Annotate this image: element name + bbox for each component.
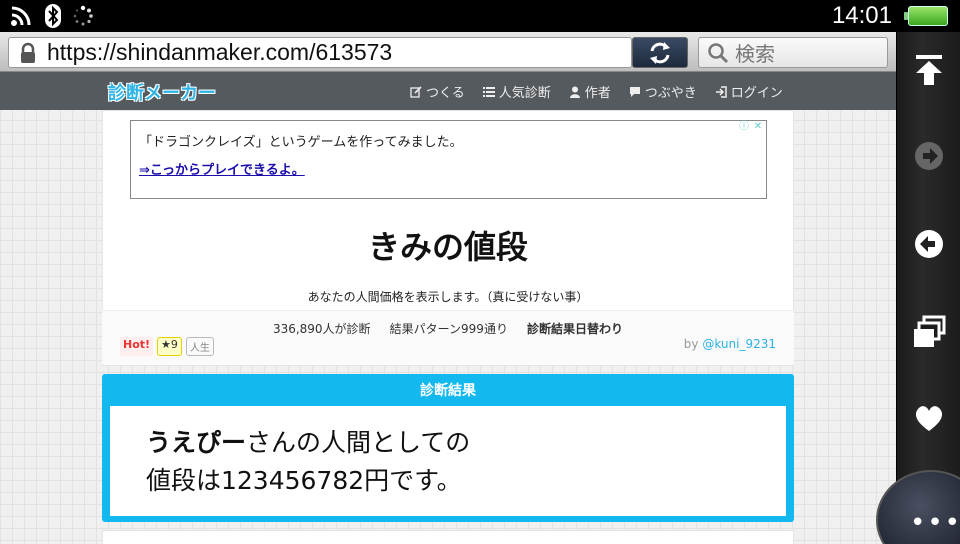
site-header: 診断メーカー つくる 人気診断 作者 つぶやき ログイン [0, 72, 896, 110]
nav-tweets[interactable]: つぶやき [629, 82, 697, 101]
ad-banner[interactable]: 「ドラゴンクレイズ」というゲームを作ってみました。 ⇒こっからプレイできるよ。 … [130, 120, 767, 199]
reload-icon [650, 41, 670, 64]
url-field[interactable]: https://shindanmaker.com/613573 [8, 37, 632, 68]
search-placeholder: 検索 [735, 42, 775, 66]
browser-toolbar: https://shindanmaker.com/613573 検索 [0, 32, 896, 72]
reload-button[interactable] [632, 37, 688, 68]
status-icons [10, 4, 94, 28]
site-nav: つくる 人気診断 作者 つぶやき ログイン [410, 82, 783, 101]
result-text: うえぴーさんの人間としての 値段は123456782円です。 [110, 406, 786, 516]
heart-icon [915, 406, 943, 431]
site-logo[interactable]: 診断メーカー [108, 79, 216, 105]
more-icon: ••• [910, 508, 960, 538]
nav-popular[interactable]: 人気診断 [482, 82, 551, 101]
battery-icon [904, 6, 948, 26]
browser-side-panel [896, 32, 960, 544]
ad-link[interactable]: ⇒こっからプレイできるよ。 [139, 159, 305, 178]
ad-choices[interactable]: ⓘ ✕ [738, 121, 764, 133]
author-credit: by @kuni_9231 [683, 337, 776, 351]
clock: 14:01 [831, 2, 892, 29]
nav-login[interactable]: ログイン [715, 82, 783, 101]
search-icon [708, 42, 729, 63]
loading-icon [73, 5, 93, 26]
shindan-stats: 336,890人が診断 結果パターン999通り 診断結果日替わり [102, 320, 794, 337]
ad-text: 「ドラゴンクレイズ」というゲームを作ってみました。 [139, 135, 463, 150]
shindan-description: あなたの人間価格を表示します。（真に受けない事） [307, 290, 589, 304]
person-icon [569, 86, 580, 98]
tabs-icon [914, 315, 946, 347]
result-name: うえぴー [146, 428, 247, 457]
next-section [102, 530, 794, 544]
url-text: https://shindanmaker.com/613573 [47, 39, 393, 65]
status-bar: 14:01 [0, 0, 960, 32]
daily-label: 診断結果日替わり [527, 322, 624, 336]
diagnosis-count: 336,890人が診断 [272, 322, 371, 336]
result-header: 診断結果 [420, 383, 476, 399]
author-link[interactable]: @kuni_9231 [702, 337, 776, 351]
result-line2: 値段は123456782円です。 [146, 466, 462, 495]
forward-button[interactable] [909, 136, 949, 176]
scroll-top-icon [916, 55, 942, 85]
edit-icon [410, 85, 422, 98]
shindan-meta: 336,890人が診断 結果パターン999通り 診断結果日替わり Hot! ★9… [102, 310, 794, 364]
pattern-count: 結果パターン999通り [389, 322, 508, 336]
back-button[interactable] [909, 224, 949, 264]
bluetooth-icon [45, 4, 61, 28]
close-icon[interactable]: ✕ [752, 121, 764, 133]
back-icon [915, 230, 943, 258]
badges: Hot! ★9 人生 [120, 337, 214, 356]
nav-create[interactable]: つくる [410, 82, 465, 101]
wifi-icon [11, 6, 31, 26]
login-icon [715, 85, 727, 98]
bookmark-button[interactable] [909, 398, 949, 438]
search-field[interactable]: 検索 [698, 37, 888, 68]
hot-badge: Hot! [120, 337, 154, 356]
web-page[interactable]: 診断メーカー つくる 人気診断 作者 つぶやき ログイン 「ドラゴンクレイズ」と… [0, 72, 896, 544]
page-title: きみの値段 [367, 228, 528, 266]
nav-author[interactable]: 作者 [569, 82, 611, 101]
chat-icon [629, 86, 640, 97]
tag-badge[interactable]: 人生 [185, 337, 214, 356]
list-icon [482, 86, 495, 97]
result-box: 診断結果 うえぴーさんの人間としての 値段は123456782円です。 [102, 374, 794, 522]
tabs-button[interactable] [909, 312, 949, 352]
lock-icon [21, 42, 35, 63]
forward-icon [915, 142, 943, 170]
result-line1: さんの人間としての [246, 428, 471, 457]
star-badge[interactable]: ★9 [157, 337, 182, 356]
info-icon[interactable]: ⓘ [738, 121, 750, 133]
scroll-top-button[interactable] [909, 50, 949, 90]
